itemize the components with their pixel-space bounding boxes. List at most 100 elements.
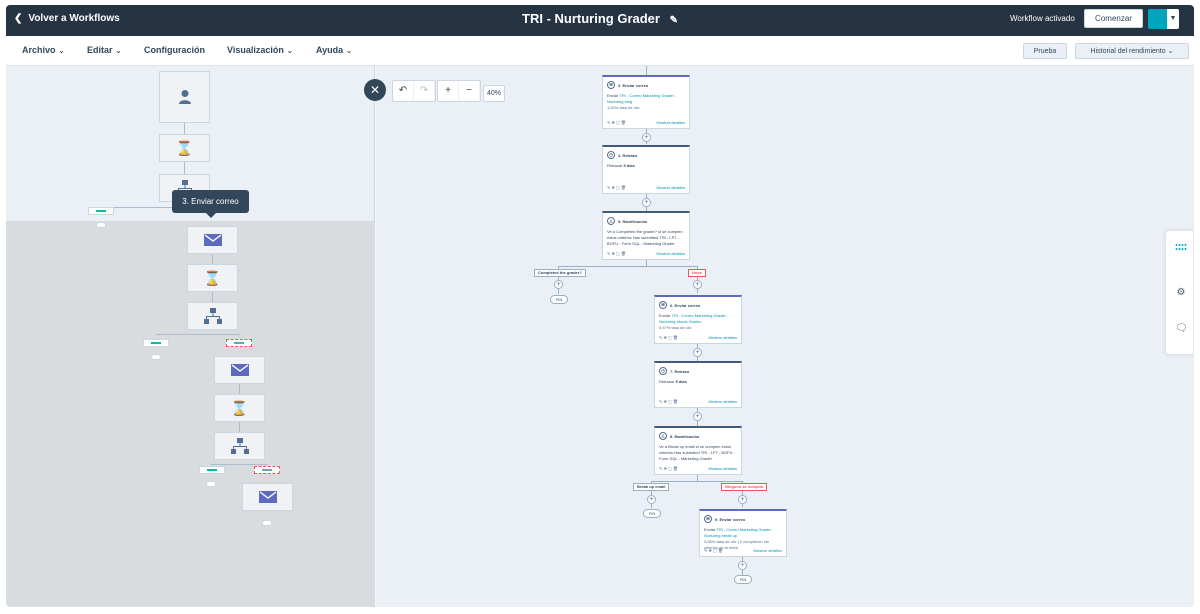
click-rate: 0,57% tasa de clic	[659, 325, 692, 330]
envelope-icon	[230, 364, 249, 376]
card-actions-icons[interactable]: ✎ ✥ ▢ 🗑	[607, 120, 626, 125]
minimap-branch-node[interactable]	[187, 302, 238, 330]
branch-icon: △	[659, 432, 667, 440]
clock-icon: ◷	[607, 151, 615, 159]
card-header: ✉ 9. Enviar correo	[704, 515, 745, 523]
card-title: 6. Enviar correo	[670, 302, 701, 308]
envelope-icon: ✉	[704, 515, 712, 523]
chat-icon[interactable]: 🗨	[1175, 323, 1188, 335]
branch-label[interactable]: Completed the grader?	[534, 269, 586, 277]
show-details-link[interactable]: Mostrar detalles	[709, 335, 737, 340]
action-card-send-email[interactable]: ✉ 9. Enviar correo Enviar TRI - Correo Ma…	[699, 509, 787, 557]
undo-icon[interactable]: ↶	[393, 81, 414, 101]
add-action-plus[interactable]: +	[647, 495, 656, 504]
card-body: Enviar TRI - Correo Marketing Grader - N…	[659, 313, 737, 331]
menu-configuracion[interactable]: Configuración	[144, 45, 205, 55]
minimap-trigger-node[interactable]	[159, 71, 210, 123]
branch-label[interactable]: Break up email	[633, 483, 670, 491]
minimap-end-dot	[151, 354, 161, 360]
close-minimap-button[interactable]: ✕	[364, 79, 386, 101]
chevron-down-icon: ⌄	[115, 48, 122, 55]
minimap-email-node[interactable]	[242, 483, 293, 511]
card-actions-icons[interactable]: ✎ ✥ ▢ 🗑	[607, 251, 626, 256]
branch-label[interactable]: Ninguno se cumplió	[721, 483, 768, 491]
menu-label: Editar	[87, 45, 113, 55]
action-card-send-email[interactable]: ✉ 6. Enviar correo Enviar TRI - Correo Ma…	[654, 295, 742, 344]
pencil-icon[interactable]: ✎	[670, 15, 678, 26]
card-actions-icons[interactable]: ✎ ✥ ▢ 🗑	[659, 399, 678, 404]
card-title: 5. Ramificación	[618, 218, 648, 224]
redo-icon[interactable]: ↷	[414, 81, 435, 101]
add-action-plus[interactable]: +	[642, 198, 651, 207]
card-header: ✉ 3. Enviar correo	[607, 81, 648, 89]
workflow-canvas[interactable]: ✉ 3. Enviar correo Enviar TRI - Correo Ma…	[376, 66, 1194, 607]
add-action-plus[interactable]: +	[738, 561, 747, 570]
start-button[interactable]: Comenzar	[1084, 9, 1143, 28]
card-footer: ✎ ✥ ▢ 🗑 Mostrar detalles	[659, 466, 737, 471]
add-action-plus[interactable]: +	[554, 280, 563, 289]
card-actions-icons[interactable]: ✎ ✥ ▢ 🗑	[607, 185, 626, 190]
action-card-send-email[interactable]: ✉ 3. Enviar correo Enviar TRI - Correo Ma…	[602, 75, 690, 129]
add-action-plus[interactable]: +	[693, 280, 702, 289]
end-node: FIN	[643, 509, 661, 518]
menu-label: Ayuda	[316, 45, 344, 55]
card-title: 8. Ramificación	[670, 433, 700, 439]
card-actions-icons[interactable]: ✎ ✥ ▢ 🗑	[704, 548, 723, 553]
minimap-end-dot	[206, 481, 216, 487]
card-actions-icons[interactable]: ✎ ✥ ▢ 🗑	[659, 335, 678, 340]
action-card-delay[interactable]: ◷ 4. Retraso Retrasar 5 días ✎ ✥ ▢ 🗑 Mostr…	[602, 145, 690, 194]
card-text: Enviar	[659, 313, 672, 318]
action-card-branch[interactable]: △ 5. Ramificación Ve a Completed the grad…	[602, 211, 690, 260]
add-action-plus[interactable]: +	[693, 412, 702, 421]
add-action-plus[interactable]: +	[738, 495, 747, 504]
end-node: FIN	[550, 295, 568, 304]
minimap-delay-node[interactable]: ⌛	[187, 264, 238, 292]
card-actions-icons[interactable]: ✎ ✥ ▢ 🗑	[659, 466, 678, 471]
person-icon	[178, 90, 191, 104]
hourglass-icon: ⌛	[203, 269, 222, 286]
test-button[interactable]: Prueba	[1023, 43, 1067, 59]
menu-visualizacion[interactable]: Visualización ⌄	[227, 45, 293, 55]
minimap-branch-node[interactable]	[214, 432, 265, 460]
action-card-branch[interactable]: △ 8. Ramificación Ve a Break up email si …	[654, 426, 742, 475]
envelope-icon	[203, 234, 222, 246]
card-footer: ✎ ✥ ▢ 🗑 Mostrar detalles	[607, 185, 685, 190]
action-card-delay[interactable]: ◷ 7. Retraso Retrasar 5 días ✎ ✥ ▢ 🗑 Mostr…	[654, 361, 742, 408]
card-header: ◷ 7. Retraso	[659, 367, 689, 375]
show-details-link[interactable]: Mostrar detalles	[754, 548, 782, 553]
minimap-email-node[interactable]	[214, 356, 265, 384]
card-title: 7. Retraso	[670, 368, 690, 374]
minimap-delay-node[interactable]: ⌛	[214, 394, 265, 422]
status-toggle[interactable]	[1148, 9, 1167, 29]
apps-grid-icon[interactable]	[1175, 243, 1187, 255]
workflow-minimap[interactable]: ⌛ ⌛ ⌛ 3. Enviar correo	[6, 66, 375, 607]
zoom-in-icon[interactable]: +	[438, 81, 459, 101]
zoom-out-icon[interactable]: −	[459, 81, 480, 101]
show-details-link[interactable]: Mostrar detalles	[657, 185, 685, 190]
history-controls: ↶ ↷	[392, 80, 436, 102]
add-action-plus[interactable]: +	[693, 348, 702, 357]
show-details-link[interactable]: Mostrar detalles	[709, 399, 737, 404]
clock-icon: ◷	[659, 367, 667, 375]
performance-history-button[interactable]: Historial del rendimiento ⌄	[1075, 43, 1189, 59]
minimap-end-dot	[262, 520, 272, 526]
menu-label: Archivo	[22, 45, 56, 55]
menu-archivo[interactable]: Archivo ⌄	[22, 45, 64, 55]
show-details-link[interactable]: Mostrar detalles	[709, 466, 737, 471]
right-side-panel: ⚙ 🗨	[1165, 230, 1194, 355]
assistant-icon[interactable]: ⚙	[1175, 287, 1187, 299]
minimap-delay-node[interactable]: ⌛	[159, 134, 210, 162]
hourglass-icon: ⌛	[230, 399, 249, 416]
card-footer: ✎ ✥ ▢ 🗑 Mostrar detalles	[704, 548, 782, 553]
menu-editar[interactable]: Editar ⌄	[87, 45, 121, 55]
menu-ayuda[interactable]: Ayuda ⌄	[316, 45, 352, 55]
show-details-link[interactable]: Mostrar detalles	[657, 120, 685, 125]
card-title: 9. Enviar correo	[715, 516, 746, 522]
add-action-plus[interactable]: +	[642, 133, 651, 142]
branch-label[interactable]: Nope	[688, 269, 706, 277]
top-bar: ❮ Volver a Workflows TRI - Nurturing Gra…	[6, 5, 1194, 36]
show-details-link[interactable]: Mostrar detalles	[657, 251, 685, 256]
delay-duration: 5 días	[623, 163, 635, 168]
chevron-down-icon[interactable]: ▼	[1167, 9, 1179, 29]
minimap-email-node[interactable]	[187, 226, 238, 254]
